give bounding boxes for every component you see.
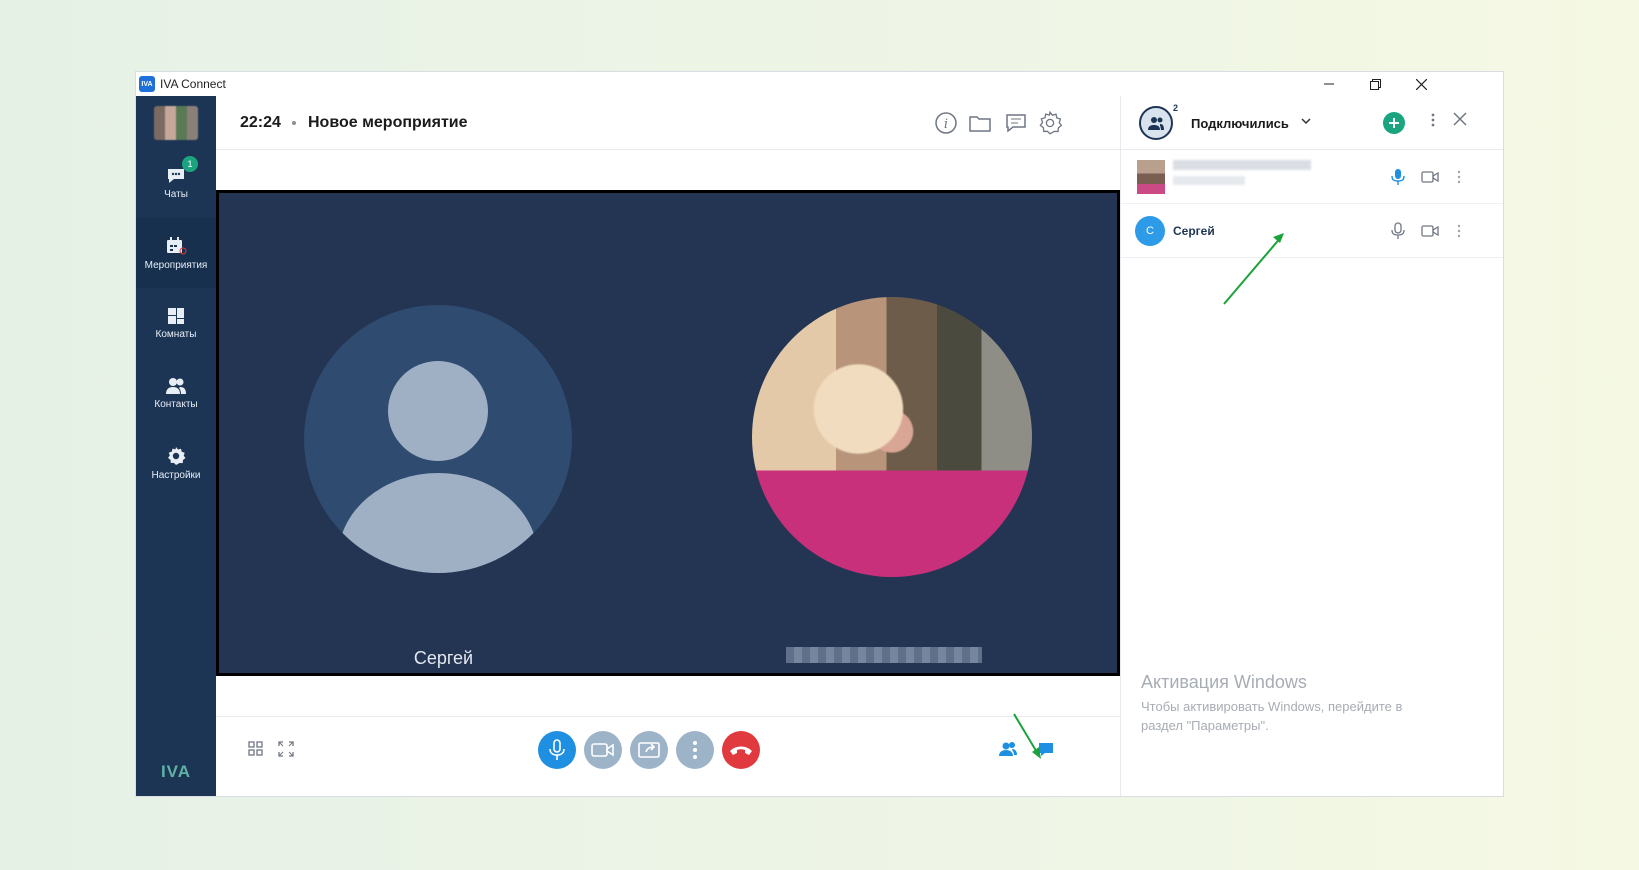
panel-more-icon[interactable] bbox=[1423, 113, 1443, 133]
panel-title[interactable]: Подключились bbox=[1191, 116, 1289, 131]
minimize-icon bbox=[1324, 83, 1334, 85]
group-icon bbox=[1139, 106, 1173, 140]
participant-avatar: С bbox=[1135, 216, 1165, 246]
video-tile[interactable] bbox=[668, 193, 1117, 673]
sidebar-item-rooms[interactable]: Комнаты bbox=[136, 288, 216, 358]
info-icon[interactable]: i bbox=[934, 111, 958, 135]
restore-button[interactable] bbox=[1352, 72, 1398, 96]
close-icon bbox=[1415, 78, 1427, 90]
hang-up-icon bbox=[730, 746, 752, 755]
minimize-button[interactable] bbox=[1306, 72, 1352, 96]
screenshot-frame: IVA IVA Connect Чаты 1 Мероприятия Комна… bbox=[0, 0, 1639, 870]
sidebar: Чаты 1 Мероприятия Комнаты Контакты Наст… bbox=[136, 96, 216, 796]
participant-name: Сергей bbox=[413, 648, 474, 668]
microphone-muted-icon[interactable] bbox=[1389, 222, 1407, 240]
more-options-button[interactable] bbox=[676, 731, 714, 769]
sidebar-item-label: Мероприятия bbox=[144, 259, 208, 271]
share-screen-icon bbox=[638, 742, 660, 758]
row-more-icon[interactable] bbox=[1457, 168, 1475, 186]
app-logo-icon: IVA bbox=[139, 76, 155, 92]
video-tile[interactable]: Сергей bbox=[219, 193, 668, 673]
camera-icon bbox=[591, 743, 614, 757]
panel-header: 2 Подключились bbox=[1121, 96, 1503, 150]
row-more-icon[interactable] bbox=[1457, 222, 1475, 240]
meeting-header: 22:24 Новое мероприятие i bbox=[216, 96, 1120, 150]
microphone-button[interactable] bbox=[538, 731, 576, 769]
participants-panel: 2 Подключились С Сергей Активация Window… bbox=[1120, 96, 1503, 796]
participant-avatar bbox=[1137, 160, 1165, 194]
sidebar-item-label: Комнаты bbox=[155, 328, 197, 340]
grid-layout-icon[interactable] bbox=[244, 737, 268, 761]
close-window-button[interactable] bbox=[1398, 72, 1444, 96]
microphone-icon bbox=[549, 739, 565, 760]
video-grid: Сергей bbox=[216, 190, 1120, 676]
settings-icon[interactable] bbox=[1038, 110, 1063, 135]
sidebar-item-label: Чаты bbox=[164, 188, 188, 200]
sidebar-item-settings[interactable]: Настройки bbox=[136, 428, 216, 498]
microphone-icon[interactable] bbox=[1389, 168, 1407, 186]
restore-icon bbox=[1369, 78, 1381, 90]
sidebar-item-label: Контакты bbox=[154, 398, 198, 410]
participant-row[interactable]: С Сергей bbox=[1121, 204, 1503, 258]
camera-button[interactable] bbox=[584, 731, 622, 769]
participants-icon[interactable] bbox=[996, 737, 1020, 761]
folder-icon[interactable] bbox=[968, 111, 992, 135]
close-panel-icon[interactable] bbox=[1453, 112, 1473, 132]
camera-off-icon[interactable] bbox=[1421, 168, 1439, 186]
more-icon bbox=[693, 741, 697, 759]
camera-off-icon[interactable] bbox=[1421, 222, 1439, 240]
sidebar-item-events[interactable]: Мероприятия bbox=[136, 218, 216, 288]
participant-photo bbox=[752, 297, 1032, 577]
participant-subtitle-blurred bbox=[1173, 176, 1245, 185]
title-bar: IVA IVA Connect bbox=[136, 72, 1503, 96]
watermark-text: Чтобы активировать Windows, перейдите в … bbox=[1141, 699, 1403, 733]
fullscreen-icon[interactable] bbox=[274, 737, 298, 761]
brand-logo: IVA bbox=[160, 762, 192, 781]
chevron-down-icon[interactable] bbox=[1299, 114, 1313, 128]
svg-text:i: i bbox=[944, 117, 948, 132]
participant-name-blurred bbox=[1173, 160, 1311, 170]
share-screen-button[interactable] bbox=[630, 731, 668, 769]
unread-badge: 1 bbox=[182, 156, 198, 172]
plus-icon bbox=[1389, 118, 1399, 128]
meeting-title: Новое мероприятие bbox=[308, 114, 468, 131]
rooms-icon bbox=[167, 307, 185, 325]
gear-icon bbox=[166, 446, 186, 466]
sidebar-item-label: Настройки bbox=[151, 469, 201, 481]
hang-up-button[interactable] bbox=[722, 731, 760, 769]
chat-bubble-icon[interactable] bbox=[1034, 737, 1058, 761]
call-controls bbox=[216, 716, 1120, 796]
watermark-title: Активация Windows bbox=[1141, 672, 1307, 692]
participant-count: 2 bbox=[1173, 103, 1179, 113]
meeting-time: 22:24 bbox=[240, 114, 281, 131]
separator-dot bbox=[292, 121, 296, 125]
window-title: IVA Connect bbox=[160, 77, 226, 91]
default-avatar-icon bbox=[304, 305, 572, 573]
participant-name: Сергей bbox=[1173, 224, 1215, 238]
sidebar-item-chats[interactable]: Чаты 1 bbox=[136, 148, 216, 218]
participant-row[interactable] bbox=[1121, 150, 1503, 204]
calendar-icon bbox=[165, 236, 187, 256]
contacts-icon bbox=[165, 377, 187, 395]
windows-activation-watermark: Активация Windows Чтобы активировать Win… bbox=[1141, 672, 1441, 735]
user-avatar[interactable] bbox=[154, 106, 198, 140]
participant-name-blurred bbox=[786, 647, 982, 663]
app-window: IVA IVA Connect Чаты 1 Мероприятия Комна… bbox=[136, 72, 1503, 796]
sidebar-item-contacts[interactable]: Контакты bbox=[136, 358, 216, 428]
add-participant-button[interactable] bbox=[1383, 112, 1405, 134]
notes-icon[interactable] bbox=[1004, 111, 1028, 135]
